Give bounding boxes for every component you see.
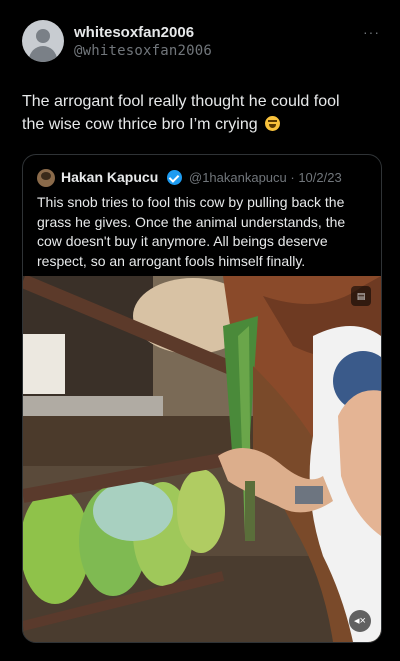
video-frame [23, 276, 381, 642]
tweet: whitesoxfan2006 @whitesoxfan2006 ··· The… [0, 0, 400, 661]
quoted-text: This snob tries to fool this cow by pull… [37, 194, 346, 269]
quoted-avatar[interactable] [37, 169, 55, 187]
author-handle[interactable]: @whitesoxfan2006 [74, 43, 212, 59]
quoted-display-name[interactable]: Hakan Kapucu [61, 169, 158, 185]
gif-icon[interactable]: ▤ [351, 286, 371, 306]
mute-icon[interactable]: ◂× [349, 610, 371, 632]
quoted-handle-date[interactable]: @1hakankapucu · 10/2/23 [189, 170, 342, 185]
tweet-text: The arrogant fool really thought he coul… [22, 90, 362, 136]
crying-laughing-emoji-icon [265, 116, 281, 131]
verified-badge-icon [167, 170, 182, 185]
tweet-text-content: The arrogant fool really thought he coul… [22, 93, 340, 133]
avatar-body [29, 46, 57, 62]
avatar-head [36, 29, 50, 43]
quoted-tweet[interactable]: Hakan Kapucu @1hakankapucu · 10/2/23 Thi… [22, 154, 382, 643]
video-media[interactable]: ▤ ◂× [23, 276, 381, 642]
more-icon[interactable]: ··· [363, 24, 380, 40]
author-display-name[interactable]: whitesoxfan2006 [74, 24, 194, 41]
avatar[interactable] [22, 20, 64, 62]
